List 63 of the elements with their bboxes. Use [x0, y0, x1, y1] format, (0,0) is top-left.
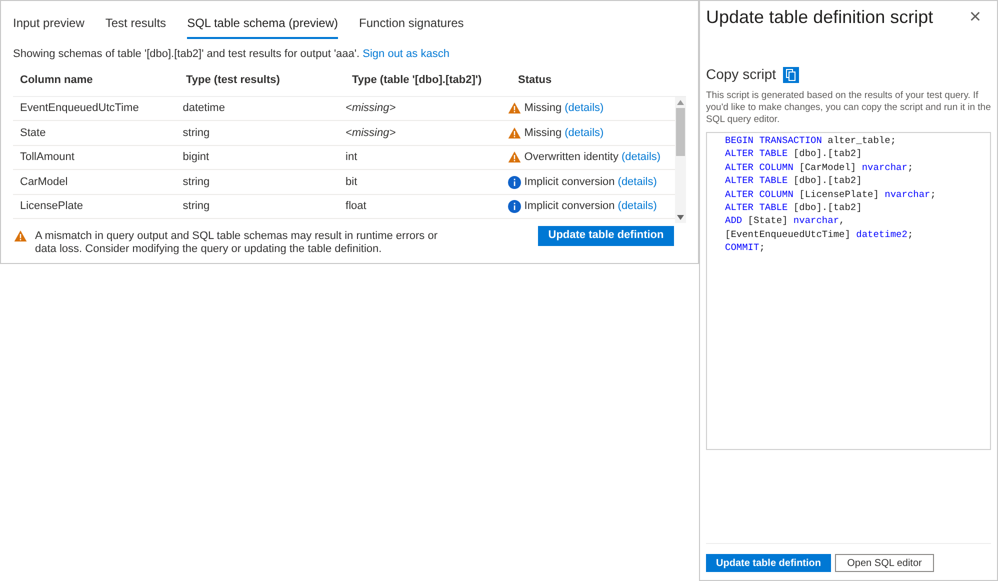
warning-icon	[508, 151, 522, 164]
info-icon	[508, 200, 522, 214]
code-line: ALTER TABLE [dbo].[tab2]	[725, 174, 863, 188]
warning-message: A mismatch in query output and SQL table schemas may result in runtime errors or data loss. Consider modifying the query or updating the table definition.	[35, 230, 438, 256]
scroll-up-icon[interactable]	[677, 100, 684, 104]
status-text: Missing	[524, 126, 562, 141]
info-icon	[508, 176, 522, 189]
tab[interactable]: Test results	[105, 14, 166, 39]
table-cell-text: EventEnqueuedUtcTime	[20, 101, 140, 116]
status-text: Missing	[524, 101, 562, 116]
details-link[interactable]: (details)	[618, 198, 657, 215]
table-cell-text: string	[182, 126, 211, 141]
warning-icon	[14, 230, 27, 242]
table-cell-text: <missing>	[346, 101, 397, 116]
code-line: ALTER TABLE [dbo].[tab2]	[725, 147, 863, 161]
script-description: This script is generated based on the results of your test query. If you'd like to make changes, you can copy the script and run it in the SQL query editor.	[706, 90, 991, 126]
script-editor[interactable]	[706, 132, 991, 450]
column-header: Column name	[20, 72, 94, 88]
table-cell-text: float	[346, 199, 368, 214]
code-line: ALTER COLUMN [LicensePlate] nvarchar;	[725, 188, 937, 202]
table-cell-text: string	[182, 199, 211, 214]
copy-script-label: Copy script	[706, 65, 776, 84]
column-header: Status	[518, 72, 553, 88]
tab[interactable]: Function signatures	[359, 14, 464, 39]
code-line: ALTER COLUMN [CarModel] nvarchar;	[725, 160, 914, 174]
status-text: Overwritten identity	[524, 150, 618, 166]
details-link[interactable]: (details)	[621, 149, 661, 166]
column-header: Type (table '[dbo].[tab2]')	[352, 72, 483, 88]
tab[interactable]: Input preview	[13, 14, 84, 39]
details-link[interactable]: (details)	[564, 100, 604, 117]
details-link[interactable]: (details)	[618, 174, 657, 190]
code-line: [EventEnqueuedUtcTime] datetime2;	[725, 228, 914, 242]
info-text: Showing schemas of table '[dbo].[tab2]' and test results for output 'aaa'.	[13, 48, 360, 60]
update-table-button[interactable]: Update table defintion	[538, 226, 674, 246]
table-cell-text: CarModel	[20, 174, 69, 190]
table-cell-text: int	[346, 150, 358, 166]
code-line: ALTER TABLE [dbo].[tab2]	[725, 201, 863, 214]
table-cell-text: State	[20, 126, 47, 141]
update-table-button[interactable]: Update table defintion	[706, 554, 831, 572]
code-line: COMMIT;	[725, 241, 766, 255]
table-cell-text: string	[182, 174, 211, 190]
table-cell-text: <missing>	[346, 126, 397, 141]
tab[interactable]: SQL table schema (preview)	[187, 14, 338, 39]
table-cell-text: LicensePlate	[20, 199, 84, 214]
warning-icon	[508, 126, 522, 139]
panel-title: Update table definition script	[706, 6, 934, 29]
scrollbar-thumb[interactable]	[676, 108, 685, 156]
open-sql-editor-button[interactable]: Open SQL editor	[835, 554, 934, 572]
table-cell-text: bigint	[182, 150, 210, 166]
column-header: Type (test results)	[186, 72, 281, 88]
status-text: Implicit conversion	[524, 174, 615, 190]
status-text: Implicit conversion	[524, 199, 615, 214]
scroll-down-icon[interactable]	[677, 214, 684, 220]
table-cell-text: TollAmount	[20, 150, 76, 166]
table-cell-text: bit	[346, 174, 358, 190]
details-link[interactable]: (details)	[564, 124, 604, 142]
sign-out-link[interactable]: Sign out as kasch	[362, 48, 450, 60]
code-line: BEGIN TRANSACTION alter_table;	[725, 134, 898, 148]
close-button[interactable]: ×	[969, 7, 981, 27]
code-line: ADD [State] nvarchar,	[725, 214, 846, 228]
table-cell-text: datetime	[182, 101, 226, 116]
warning-icon	[508, 102, 522, 114]
copy-icon[interactable]	[783, 66, 800, 82]
